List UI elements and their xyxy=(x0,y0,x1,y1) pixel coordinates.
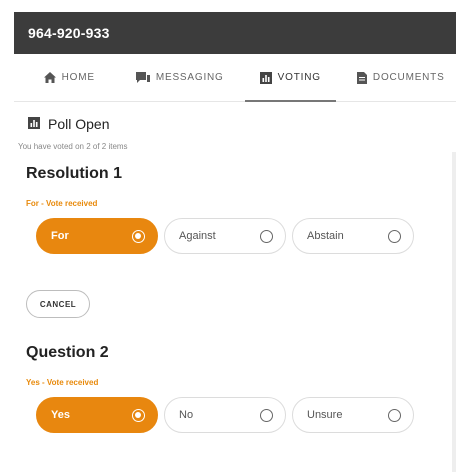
document-icon xyxy=(356,71,367,84)
meeting-id-header: 964-920-933 xyxy=(14,12,456,54)
question-section: Question 2 Yes - Vote received Yes No Un… xyxy=(14,318,456,433)
scrollbar[interactable] xyxy=(452,152,456,472)
option-label: No xyxy=(179,409,194,421)
tab-bar: HOME MESSAGING VOTING DOCUMENTS xyxy=(14,54,456,102)
tab-documents-label: DOCUMENTS xyxy=(372,72,445,83)
option-for[interactable]: For xyxy=(36,218,158,254)
tab-home[interactable]: HOME xyxy=(14,54,125,101)
option-yes[interactable]: Yes xyxy=(36,397,158,433)
radio-icon xyxy=(388,229,401,243)
tab-voting-label: VOTING xyxy=(277,72,321,83)
vote-status: For - Vote received xyxy=(26,199,98,208)
vote-options: Yes No Unsure xyxy=(26,387,456,433)
tab-voting[interactable]: VOTING xyxy=(235,54,346,102)
option-label: Unsure xyxy=(307,409,343,421)
option-label: Abstain xyxy=(307,230,344,242)
voted-count-note: You have voted on 2 of 2 items xyxy=(18,142,128,151)
voting-icon xyxy=(259,71,272,84)
poll-icon xyxy=(28,116,40,132)
tab-messaging[interactable]: MESSAGING xyxy=(125,54,236,101)
tab-home-label: HOME xyxy=(61,72,95,83)
option-abstain[interactable]: Abstain xyxy=(292,218,414,254)
option-no[interactable]: No xyxy=(164,397,286,433)
section-title: Resolution 1 xyxy=(26,165,123,182)
app-window: 964-920-933 HOME MESSAGING VOTING DOCUME… xyxy=(14,12,456,472)
radio-icon xyxy=(388,408,401,422)
radio-selected-icon xyxy=(132,408,145,422)
option-label: For xyxy=(51,230,69,242)
cancel-vote-button[interactable]: CANCEL xyxy=(26,290,90,318)
home-icon xyxy=(43,72,56,83)
radio-selected-icon xyxy=(132,229,145,243)
messaging-icon xyxy=(135,71,150,84)
poll-status: Poll Open xyxy=(14,102,456,132)
tab-messaging-label: MESSAGING xyxy=(155,72,224,83)
vote-options: For Against Abstain xyxy=(26,208,456,254)
option-unsure[interactable]: Unsure xyxy=(292,397,414,433)
vote-status: Yes - Vote received xyxy=(26,378,99,387)
poll-status-label: Poll Open xyxy=(48,116,110,132)
section-title: Question 2 xyxy=(26,344,109,361)
tab-documents[interactable]: DOCUMENTS xyxy=(346,54,456,101)
resolution-section: Resolution 1 For - Vote received For Aga… xyxy=(14,151,456,254)
option-label: Against xyxy=(179,230,216,242)
meeting-id: 964-920-933 xyxy=(28,25,110,41)
option-against[interactable]: Against xyxy=(164,218,286,254)
radio-icon xyxy=(260,229,273,243)
option-label: Yes xyxy=(51,409,70,421)
radio-icon xyxy=(260,408,273,422)
